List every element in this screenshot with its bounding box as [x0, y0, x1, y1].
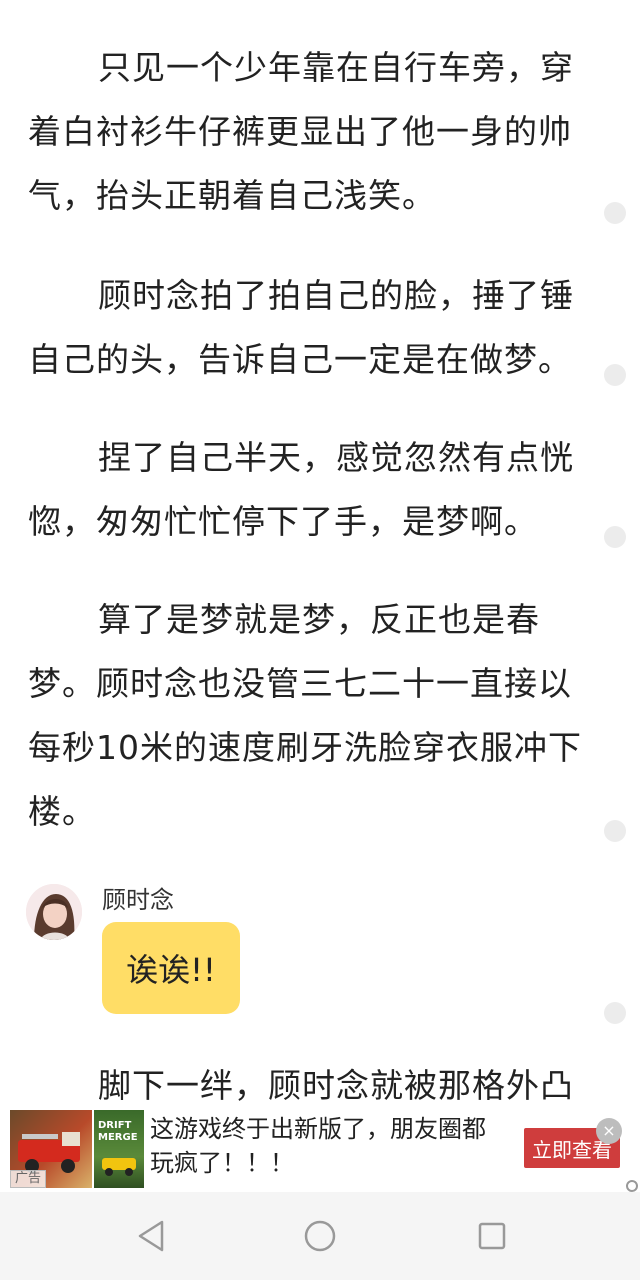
paragraph-4: 算了是梦就是梦，反正也是春梦。顾时念也没管三七二十一直接以每秒10米的速度刷牙洗… [28, 600, 582, 831]
avatar [26, 884, 82, 940]
comment-dot-icon[interactable] [604, 820, 626, 842]
info-icon[interactable] [626, 1180, 638, 1192]
close-icon[interactable]: × [596, 1118, 622, 1144]
paragraph-2: 顾时念拍了拍自己的脸，捶了锤自己的头，告诉自己一定是在做梦。 [28, 276, 574, 379]
paragraph-3: 捏了自己半天，感觉忽然有点恍惚，匆匆忙忙停下了手，是梦啊。 [28, 438, 574, 541]
back-icon[interactable] [132, 1216, 172, 1256]
ad-banner[interactable]: 广告 DRIFT MERGE 这游戏终于出新版了，朋友圈都玩疯了！！！ 立即查看… [0, 1106, 640, 1192]
chat-message: 诶诶!! [126, 951, 216, 989]
paragraph-5: 脚下一绊，顾时念就被那格外凸 [98, 1066, 574, 1105]
ad-image-game-logo[interactable]: DRIFT MERGE [94, 1110, 144, 1188]
comment-dot-icon[interactable] [604, 202, 626, 224]
comment-dot-icon[interactable] [604, 364, 626, 386]
comment-dot-icon[interactable] [604, 526, 626, 548]
paragraph-1: 只见一个少年靠在自行车旁，穿着白衬衫牛仔裤更显出了他一身的帅气，抬头正朝着自己浅… [28, 48, 574, 215]
chat-speaker-name: 顾时念 [102, 886, 174, 914]
chat-bubble: 诶诶!! [102, 922, 240, 1014]
ad-text[interactable]: 这游戏终于出新版了，朋友圈都玩疯了！！！ [150, 1112, 500, 1180]
home-icon[interactable] [300, 1216, 340, 1256]
system-navigation-bar [0, 1192, 640, 1280]
recents-icon[interactable] [472, 1216, 512, 1256]
ad-badge: 广告 [10, 1170, 47, 1188]
reader-content: 只见一个少年靠在自行车旁，穿着白衬衫牛仔裤更显出了他一身的帅气，抬头正朝着自己浅… [0, 0, 640, 1110]
comment-dot-icon[interactable] [604, 1002, 626, 1024]
